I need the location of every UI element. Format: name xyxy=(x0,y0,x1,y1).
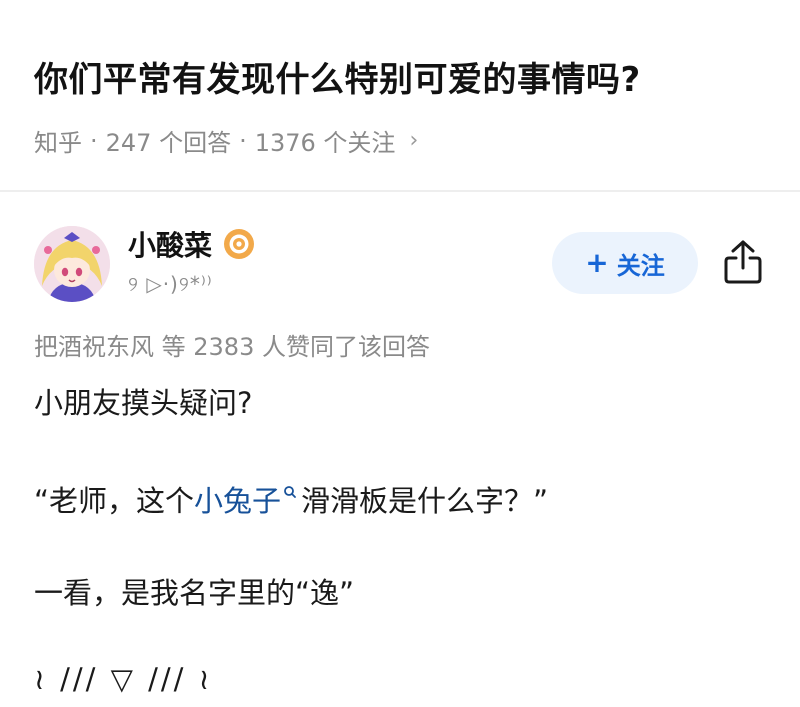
follow-button[interactable]: + 关注 xyxy=(552,232,698,294)
followers-count: 1376 个关注 xyxy=(254,129,396,157)
answer-paragraph: “老师，这个小兔子 滑滑板是什么字？” xyxy=(34,478,548,520)
answer-text: 滑滑板是什么字？” xyxy=(301,484,549,518)
question-meta[interactable]: 知乎 · 247 个回答 · 1376 个关注 › xyxy=(34,123,418,158)
search-link-text[interactable]: 小兔子 xyxy=(194,484,281,518)
chevron-right-icon: › xyxy=(409,128,419,153)
source-label: 知乎 xyxy=(34,129,82,157)
section-divider xyxy=(0,190,800,192)
author-signature: ୨ ▷·)୨*⁾⁾ xyxy=(128,272,213,296)
anime-avatar-icon[interactable] xyxy=(34,226,110,302)
answer-text: “老师，这个 xyxy=(34,484,195,518)
bullseye-badge-icon xyxy=(224,229,255,259)
meta-separator: · xyxy=(239,126,247,155)
plus-icon: + xyxy=(585,246,609,279)
answer-paragraph: 小朋友摸头疑问? xyxy=(34,386,253,420)
answers-count: 247 个回答 xyxy=(105,129,232,157)
search-link[interactable]: 小兔子 xyxy=(194,484,301,518)
kaomoji-paragraph: ≀ /// ▽ /// ≀ xyxy=(34,662,213,696)
answer-paragraph: 一看，是我名字里的“逸” xyxy=(34,576,355,610)
follow-label: 关注 xyxy=(616,251,665,280)
upvote-summary: 把酒祝东风 等 2383 人赞同了该回答 xyxy=(34,333,430,361)
question-title[interactable]: 你们平常有发现什么特别可爱的事情吗? xyxy=(34,52,641,101)
share-icon[interactable] xyxy=(722,238,764,286)
search-icon xyxy=(283,478,297,498)
author-name[interactable]: 小酸菜 xyxy=(128,224,212,264)
author-name-row[interactable]: 小酸菜 xyxy=(128,224,255,264)
meta-separator: · xyxy=(90,126,98,155)
